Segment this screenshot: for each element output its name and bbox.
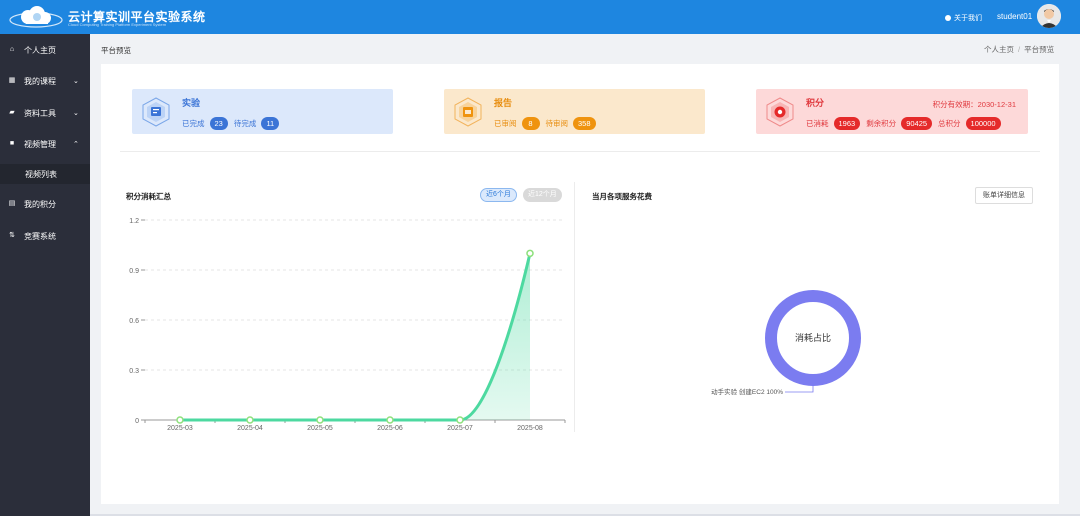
x-tick-label: 2025-06 <box>377 425 403 432</box>
video-icon: ■ <box>9 140 15 147</box>
y-tick-label: 1.2 <box>129 218 139 225</box>
sidebar-item-points[interactable]: ▤ 我的积分 <box>0 194 90 214</box>
tab-6-months[interactable]: 近6个月 <box>480 188 517 202</box>
sidebar-item-label: 个人主页 <box>24 45 56 55</box>
sidebar-item-video[interactable]: ■ 视频管理 ⌃ <box>0 134 90 154</box>
remain-count-badge: 90425 <box>901 117 933 130</box>
grid-icon: ▦ <box>8 77 16 84</box>
total-label: 总积分 <box>938 119 961 128</box>
bill-detail-button[interactable]: 账单详细信息 <box>975 187 1033 204</box>
points-stats: 已消耗 1963 剩余积分 90425 总积分 100000 <box>806 117 1007 130</box>
sidebar-item-label: 我的积分 <box>24 199 56 209</box>
points-icon <box>766 97 794 127</box>
sidebar-item-label: 我的课程 <box>24 76 56 86</box>
y-tick-label: 0.9 <box>129 268 139 275</box>
experiment-title: 实验 <box>182 98 201 108</box>
report-stats: 已审阅 8 待审阅 358 <box>494 117 602 130</box>
y-tick-label: 0.3 <box>129 368 139 375</box>
sidebar-item-label: 资料工具 <box>24 108 56 118</box>
done-count-badge: 23 <box>209 117 228 130</box>
experiment-card[interactable]: 实验 已完成 23 待完成 11 <box>132 89 393 134</box>
y-tick-label: 0.6 <box>129 318 139 325</box>
about-label: 关于我们 <box>954 15 982 22</box>
points-title: 积分 <box>806 98 825 108</box>
x-tick-label: 2025-07 <box>447 425 473 432</box>
sidebar-item-contest[interactable]: ⇅ 竞赛系统 <box>0 226 90 246</box>
database-icon: ▤ <box>8 200 16 207</box>
report-icon <box>454 97 482 127</box>
sort-icon: ⇅ <box>9 232 15 239</box>
points-card[interactable]: 积分 积分有效期：2030-12-31 已消耗 1963 剩余积分 90425 … <box>756 89 1028 134</box>
data-point[interactable] <box>316 416 324 424</box>
reviewed-count-badge: 8 <box>521 117 540 130</box>
chevron-down-icon: ⌄ <box>73 78 79 85</box>
service-donut-chart: 消耗占比动手实验 创建EC2 100% <box>711 290 861 396</box>
page-title: 平台预览 <box>101 46 131 55</box>
sidebar-item-home[interactable]: ⌂ 个人主页 <box>0 40 90 60</box>
sidebar-subitem-video-list[interactable]: 视频列表 <box>0 164 90 184</box>
pending-count-badge: 358 <box>573 117 596 130</box>
experiment-icon <box>142 97 170 127</box>
y-tick-label: 0 <box>135 418 139 425</box>
data-point[interactable] <box>456 416 464 424</box>
x-tick-label: 2025-08 <box>517 425 543 432</box>
section-divider <box>120 151 1040 152</box>
reviewed-label: 已审阅 <box>494 119 517 128</box>
cloud-logo-icon <box>9 6 63 28</box>
home-icon: ⌂ <box>9 46 15 53</box>
used-count-badge: 1963 <box>833 117 861 130</box>
x-tick-label: 2025-04 <box>237 425 263 432</box>
breadcrumb: 个人主页 / 平台预览 <box>984 44 1054 55</box>
report-card[interactable]: 报告 已审阅 8 待审阅 358 <box>444 89 705 134</box>
area-fill <box>180 253 530 420</box>
todo-label: 待完成 <box>233 119 257 128</box>
breadcrumb-separator: / <box>1018 45 1021 54</box>
data-point[interactable] <box>526 249 534 258</box>
info-icon <box>945 15 951 21</box>
total-count-badge: 100000 <box>965 117 1001 130</box>
donut-center-label: 消耗占比 <box>795 332 831 343</box>
pending-label: 待审阅 <box>545 119 569 128</box>
folder-icon: ▰ <box>9 109 15 116</box>
x-tick-label: 2025-05 <box>307 425 333 432</box>
report-title: 报告 <box>494 98 513 108</box>
service-chart-title: 当月各项服务花费 <box>592 192 652 201</box>
points-validity: 积分有效期：2030-12-31 <box>932 100 1016 109</box>
about-link[interactable]: 关于我们 <box>945 13 982 23</box>
chart-divider <box>574 182 575 432</box>
data-point[interactable] <box>246 416 254 424</box>
data-point[interactable] <box>176 416 184 424</box>
app-subtitle: Cloud Computing Training Platform Experi… <box>68 22 167 27</box>
remain-label: 剩余积分 <box>866 119 897 128</box>
data-point[interactable] <box>386 416 394 424</box>
chevron-down-icon: ⌄ <box>73 110 79 117</box>
done-label: 已完成 <box>182 119 205 128</box>
user-avatar-icon <box>1037 4 1061 28</box>
sidebar-item-tools[interactable]: ▰ 资料工具 ⌄ <box>0 103 90 123</box>
avatar[interactable] <box>1037 4 1061 28</box>
top-bar: 云计算实训平台实验系统 Cloud Computing Training Pla… <box>0 0 1080 34</box>
breadcrumb-home-link[interactable]: 个人主页 <box>984 45 1014 54</box>
sidebar-item-courses[interactable]: ▦ 我的课程 ⌄ <box>0 71 90 91</box>
todo-count-badge: 11 <box>261 117 280 130</box>
username[interactable]: student01 <box>997 12 1032 21</box>
slice-label: 动手实验 创建EC2 100% <box>711 387 783 396</box>
experiment-stats: 已完成 23 待完成 11 <box>182 117 285 130</box>
sidebar-item-label: 竞赛系统 <box>24 231 56 241</box>
usage-chart-title: 积分消耗汇总 <box>126 192 171 201</box>
sidebar-item-label: 视频管理 <box>24 139 56 149</box>
sidebar-item-label: 视频列表 <box>25 169 57 179</box>
usage-line-chart: 0 0.3 0.6 0.9 1.2 2025-03 2025-04 2025-05 2025-0… <box>129 218 566 432</box>
x-tick-label: 2025-03 <box>167 425 193 432</box>
series-line <box>180 252 532 422</box>
chevron-up-icon: ⌃ <box>73 141 79 148</box>
breadcrumb-current: 平台预览 <box>1024 45 1055 54</box>
used-label: 已消耗 <box>806 119 829 128</box>
sidebar: ⌂ 个人主页 ▦ 我的课程 ⌄ ▰ 资料工具 ⌄ ■ 视频管理 ⌃ 视频列表 ▤… <box>0 34 90 516</box>
tab-12-months[interactable]: 近12个月 <box>523 188 562 202</box>
